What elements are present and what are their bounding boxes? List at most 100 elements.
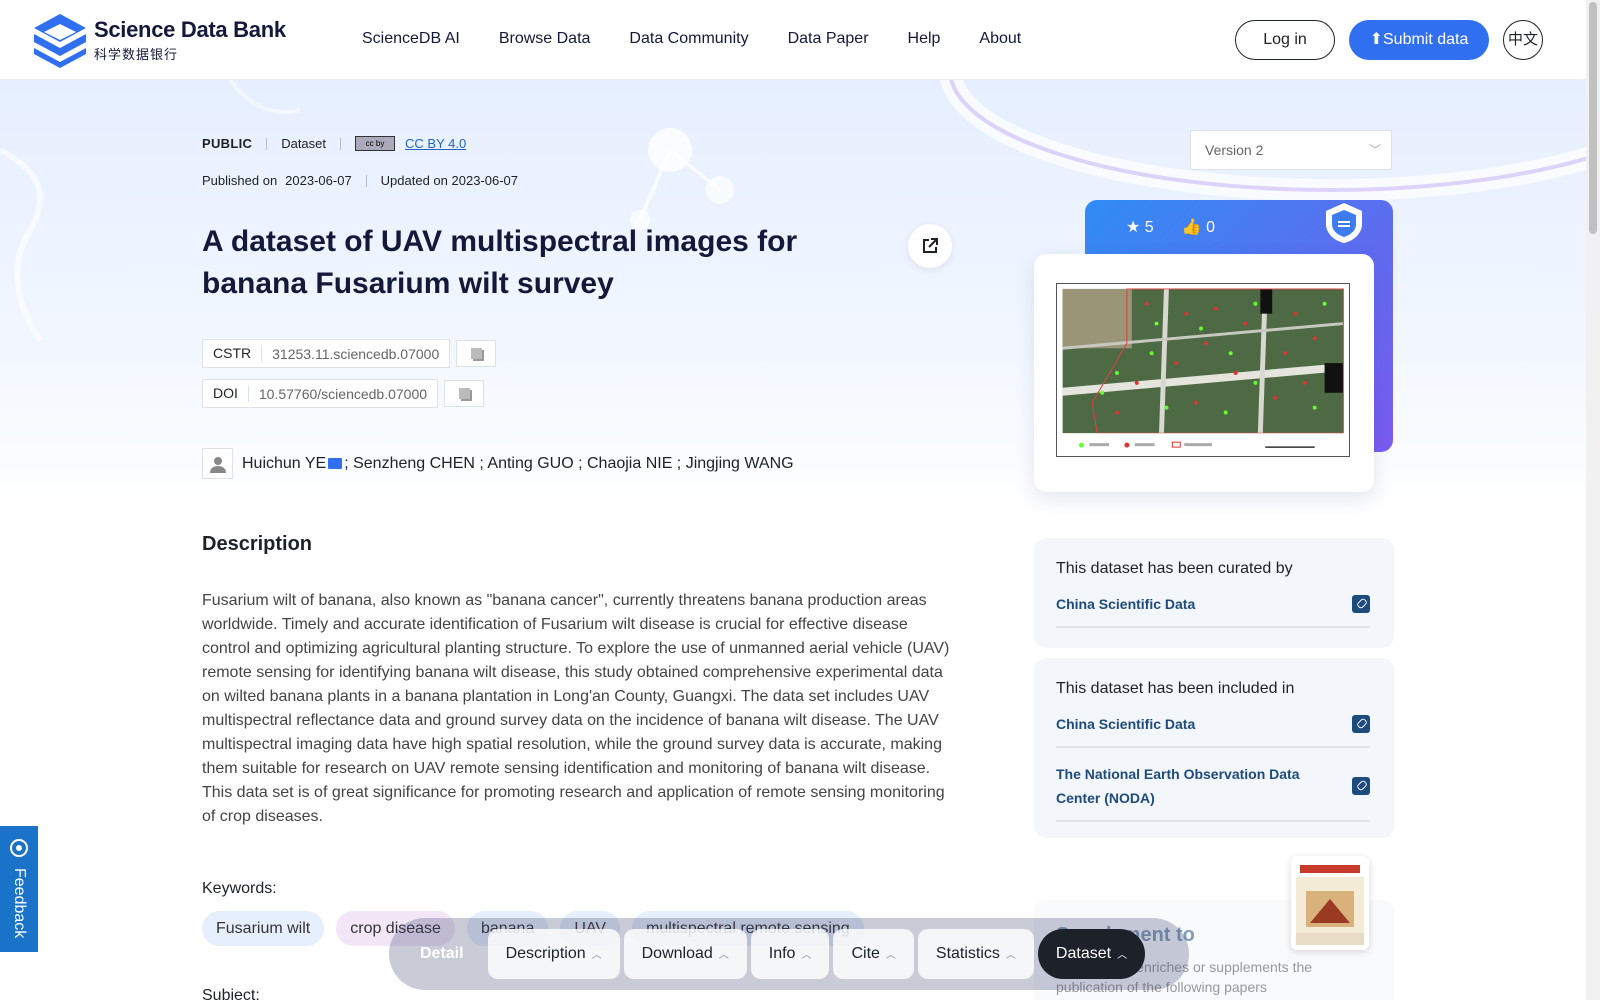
tab-cite[interactable]: Cite ︿ <box>833 929 914 979</box>
description-heading: Description <box>202 533 313 555</box>
dataset-map-image <box>1056 283 1350 457</box>
tab-download[interactable]: Download ︿ <box>623 929 747 979</box>
main-nav: ScienceDB AI Browse Data Data Community … <box>362 30 1021 48</box>
curated-link-label: China Scientific Data <box>1056 596 1196 612</box>
divider <box>340 137 342 150</box>
cstr-field: CSTR 31253.11.sciencedb.07000 <box>202 339 451 368</box>
chevron-up-icon: ︿ <box>885 950 896 961</box>
curated-panel: This dataset has been curated by China S… <box>1034 538 1394 648</box>
published-date: 2023-06-07 <box>285 173 352 188</box>
co-authors: ; Senzheng CHEN ; Anting GUO ; Chaojia N… <box>344 454 794 472</box>
included-title: This dataset has been included in <box>1056 680 1295 697</box>
chevron-up-icon: ︿ <box>801 950 812 961</box>
copy-cstr-button[interactable] <box>456 340 497 367</box>
tab-statistics[interactable]: Statistics ︿ <box>917 929 1034 979</box>
submit-data-label: Submit data <box>1383 31 1469 48</box>
section-nav-bar: Detail Description ︿ Download ︿ Info ︿ Cite… <box>389 918 1189 990</box>
chevron-up-icon: ︿ <box>1005 950 1016 961</box>
tab-label: Dataset <box>1055 945 1112 962</box>
tab-dataset[interactable]: Dataset ︿ <box>1037 929 1146 979</box>
nav-browse-data[interactable]: Browse Data <box>499 30 591 48</box>
stats-row: ★ 5 👍 0 <box>1126 217 1215 237</box>
feedback-tab[interactable]: Feedback <box>0 826 38 952</box>
feedback-label: Feedback <box>11 868 28 939</box>
included-link[interactable]: China Scientific Data <box>1056 712 1370 748</box>
dataset-thumbnail-card[interactable] <box>1034 254 1374 492</box>
keywords-label: Keywords: <box>202 880 277 897</box>
nav-data-community[interactable]: Data Community <box>629 30 748 48</box>
included-link-label: The National Earth Observation Data Cent… <box>1056 766 1300 806</box>
tab-label: Statistics <box>935 945 1000 962</box>
version-select-value: Version 2 <box>1205 142 1264 158</box>
top-header: Science Data Bank 科学数据银行 ScienceDB AI Br… <box>0 0 1586 80</box>
description-text: Fusarium wilt of banana, also known as "… <box>202 592 950 825</box>
page-scrollbar[interactable] <box>1586 0 1600 1000</box>
author-link[interactable]: Huichun YE <box>242 455 326 473</box>
doi-label: DOI <box>203 385 249 402</box>
tab-label: Description <box>505 945 586 962</box>
person-icon <box>202 448 233 479</box>
tab-description[interactable]: Description ︿ <box>487 929 620 979</box>
star-icon: ★ <box>1126 219 1141 236</box>
link-icon <box>1352 777 1370 795</box>
submit-data-button[interactable]: ⬆Submit data <box>1349 20 1489 60</box>
shield-icon <box>1326 203 1362 243</box>
keyword-tag[interactable]: Fusarium wilt <box>202 911 325 946</box>
included-panel: This dataset has been included in China … <box>1034 658 1394 838</box>
feedback-icon <box>10 839 28 857</box>
chevron-up-icon: ︿ <box>1117 950 1128 961</box>
link-icon <box>1352 715 1370 733</box>
external-link-icon <box>923 238 938 253</box>
subject-label: Subject: <box>202 987 260 1000</box>
journal-cover-icon <box>1296 861 1364 945</box>
like-count[interactable]: 👍 0 <box>1182 217 1215 237</box>
dataset-type: Dataset <box>281 136 327 151</box>
published-label: Published on <box>202 173 278 188</box>
tab-info[interactable]: Info ︿ <box>750 929 830 979</box>
version-select[interactable]: Version 2 ﹀ <box>1190 130 1392 170</box>
nav-about[interactable]: About <box>979 30 1021 48</box>
star-value: 5 <box>1144 219 1154 236</box>
doi-value: 10.57760/sciencedb.07000 <box>258 385 428 402</box>
like-value: 0 <box>1206 219 1215 236</box>
updated-date: Updated on 2023-06-07 <box>380 173 519 188</box>
journal-cover-image[interactable] <box>1291 856 1369 950</box>
nav-data-paper[interactable]: Data Paper <box>788 30 869 48</box>
cstr-row: CSTR 31253.11.sciencedb.07000 <box>202 339 497 368</box>
cstr-value: 31253.11.sciencedb.07000 <box>272 345 440 362</box>
doi-field: DOI 10.57760/sciencedb.07000 <box>202 379 439 408</box>
logo-icon <box>34 14 86 68</box>
thumbs-up-icon: 👍 <box>1181 219 1202 236</box>
dataset-dates: Published on 2023-06-07 Updated on 2023-… <box>202 173 518 188</box>
divider <box>266 137 268 150</box>
dataset-meta: PUBLIC Dataset cc by CC BY 4.0 <box>202 136 466 151</box>
nav-help[interactable]: Help <box>908 30 941 48</box>
author-list: Huichun YE ; Senzheng CHEN ; Anting GUO … <box>202 448 794 479</box>
brand-name-cn: 科学数据银行 <box>94 47 179 62</box>
language-toggle[interactable]: 中文 <box>1503 20 1543 60</box>
curated-title: This dataset has been curated by <box>1056 560 1293 577</box>
chevron-up-icon: ︿ <box>718 950 729 961</box>
upload-icon: ⬆ <box>1369 31 1383 48</box>
nav-sciencedb-ai[interactable]: ScienceDB AI <box>362 30 460 48</box>
copy-doi-button[interactable] <box>444 380 485 407</box>
site-logo[interactable]: Science Data Bank 科学数据银行 <box>32 12 286 68</box>
access-badge: PUBLIC <box>202 136 253 151</box>
copy-icon <box>458 388 470 399</box>
doi-row: DOI 10.57760/sciencedb.07000 <box>202 379 485 408</box>
tab-label: Info <box>768 945 796 962</box>
email-icon[interactable] <box>328 458 343 469</box>
curated-link[interactable]: China Scientific Data <box>1056 592 1370 628</box>
star-count[interactable]: ★ 5 <box>1126 217 1154 237</box>
tab-label: Cite <box>851 945 880 962</box>
share-button[interactable] <box>908 224 952 268</box>
tab-label: Download <box>641 945 713 962</box>
scrollbar-thumb[interactable] <box>1589 2 1597 234</box>
license-link[interactable]: CC BY 4.0 <box>405 136 466 151</box>
cstr-label: CSTR <box>203 345 263 362</box>
divider <box>365 174 367 187</box>
login-button[interactable]: Log in <box>1235 20 1335 60</box>
included-link[interactable]: The National Earth Observation Data Cent… <box>1056 762 1370 822</box>
chevron-up-icon: ︿ <box>591 950 602 961</box>
dataset-title: A dataset of UAV multispectral images fo… <box>202 225 798 300</box>
